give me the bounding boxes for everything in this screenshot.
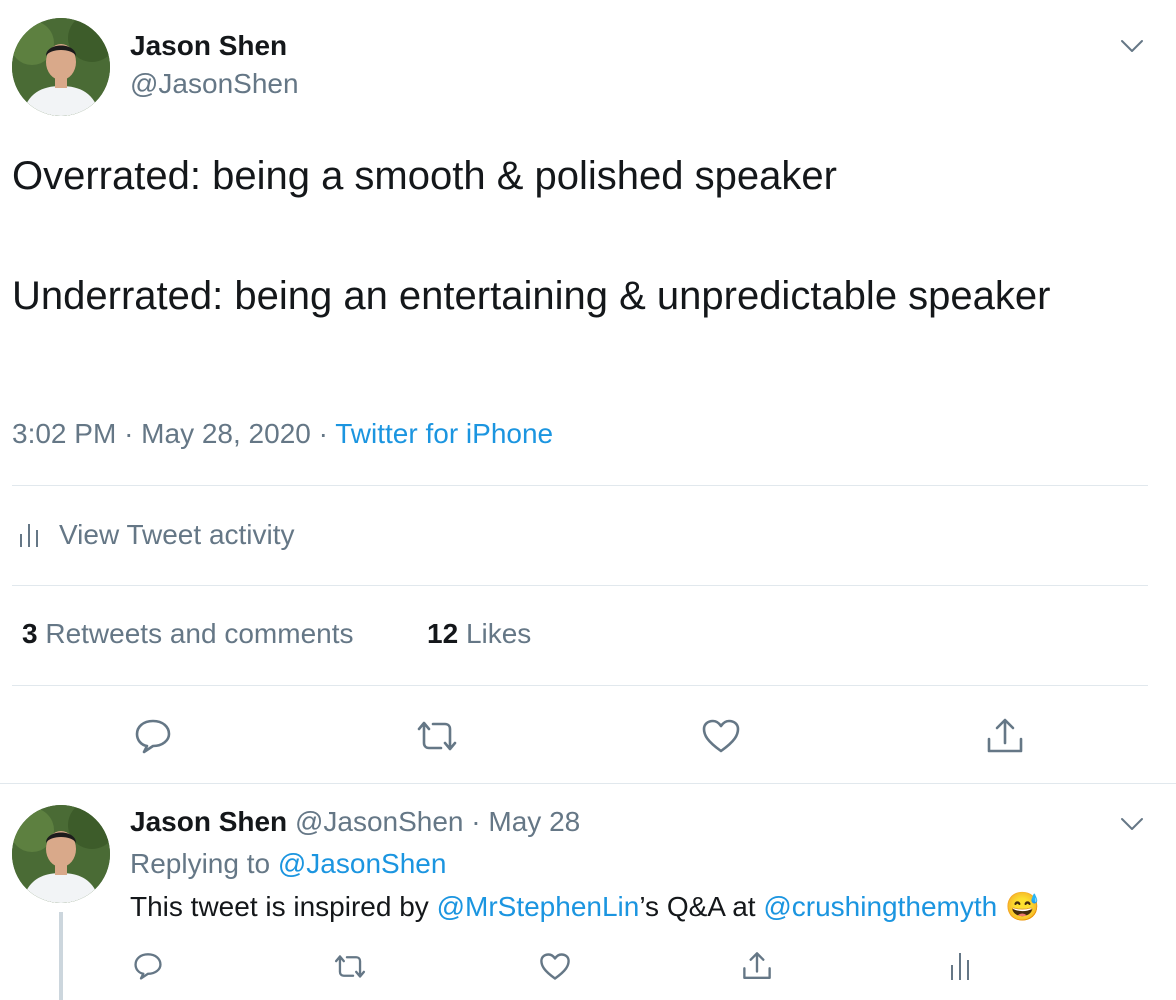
chevron-down-icon[interactable] (1116, 808, 1148, 840)
reply-text: This tweet is inspired by @MrStephenLin’… (130, 890, 1040, 923)
retweets-stat[interactable]: 3 Retweets and comments (22, 618, 354, 650)
meta-separator: · (124, 418, 134, 449)
meta-separator: · (318, 418, 328, 449)
retweets-label: Retweets and comments (45, 618, 354, 649)
divider (12, 585, 1148, 586)
author-handle[interactable]: @JasonShen (130, 68, 299, 100)
thread-line (59, 912, 63, 1000)
tweet-time[interactable]: 3:02 PM (12, 418, 116, 449)
reply-icon[interactable] (130, 948, 166, 984)
reply-author-handle[interactable]: @JasonShen (295, 806, 464, 837)
reply-text-part: This tweet is inspired by (130, 891, 429, 922)
retweet-icon[interactable] (414, 713, 460, 759)
reply-text-part: ’s Q&A at (639, 891, 756, 922)
reply-header: Jason Shen @JasonShen · May 28 (130, 806, 580, 838)
retweet-icon[interactable] (332, 948, 368, 984)
likes-label: Likes (465, 618, 532, 649)
mention-link[interactable]: @crushingthemyth (763, 891, 997, 922)
replying-to: Replying to @JasonShen (130, 848, 446, 880)
tweet-meta: 3:02 PM · May 28, 2020 · Twitter for iPh… (12, 418, 553, 450)
reply-author-name[interactable]: Jason Shen (130, 806, 287, 837)
share-icon[interactable] (739, 948, 775, 984)
replying-to-handle[interactable]: @JasonShen (278, 848, 447, 879)
reply-date[interactable]: May 28 (488, 806, 580, 837)
sweat-smile-emoji: 😅 (1004, 891, 1040, 922)
tweet-text: Overrated: being a smooth & polished spe… (12, 154, 1051, 318)
heart-icon[interactable] (537, 948, 573, 984)
analytics-icon[interactable] (942, 948, 978, 984)
mention-link[interactable]: @MrStephenLin (437, 891, 640, 922)
chevron-down-icon[interactable] (1116, 30, 1148, 62)
reply-icon[interactable] (130, 713, 176, 759)
author-avatar[interactable] (12, 18, 110, 116)
tweet-date[interactable]: May 28, 2020 (141, 418, 311, 449)
heart-icon[interactable] (698, 713, 744, 759)
divider (12, 685, 1148, 686)
meta-separator: · (471, 806, 481, 837)
view-activity-link[interactable]: View Tweet activity (12, 515, 295, 555)
retweets-count: 3 (22, 618, 38, 649)
replying-to-prefix: Replying to (130, 848, 271, 879)
reply-author-avatar[interactable] (12, 805, 110, 903)
divider (0, 783, 1176, 784)
share-icon[interactable] (982, 713, 1028, 759)
author-name[interactable]: Jason Shen (130, 30, 287, 62)
divider (12, 485, 1148, 486)
likes-stat[interactable]: 12 Likes (427, 618, 531, 650)
analytics-icon (12, 515, 46, 555)
tweet-source-link[interactable]: Twitter for iPhone (335, 418, 553, 449)
view-activity-label: View Tweet activity (59, 519, 295, 550)
likes-count: 12 (427, 618, 459, 649)
